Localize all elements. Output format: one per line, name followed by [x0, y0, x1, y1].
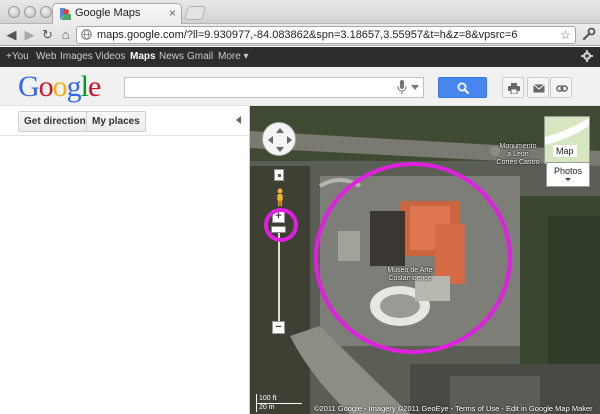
- logo-letter: l: [80, 70, 89, 103]
- home-icon[interactable]: ⌂: [57, 26, 74, 43]
- photos-label: Photos: [553, 166, 583, 176]
- browser-toolbar: ◀ ▶ ↻ ⌂ maps.google.com/?ll=9.930977,-84…: [0, 24, 600, 46]
- gbar-item[interactable]: +You: [6, 51, 29, 62]
- photos-chevron-down-icon: [565, 178, 571, 181]
- address-bar[interactable]: maps.google.com/?ll=9.930977,-84.083862&…: [76, 26, 576, 44]
- gear-icon[interactable]: [581, 50, 593, 62]
- google-logo[interactable]: Google: [18, 70, 101, 103]
- map-canvas[interactable]: Monumento a León Cortés Castro Museo de Ar…: [250, 106, 600, 414]
- highlight-ring-zoom: [264, 208, 298, 242]
- logo-letter: e: [88, 70, 101, 103]
- side-panel-toolbar: Get directions My places: [0, 106, 249, 136]
- zoom-slider-track[interactable]: [278, 230, 280, 322]
- print-icon: [508, 83, 520, 94]
- side-panel: Get directions My places: [0, 106, 250, 414]
- gbar-item[interactable]: Videos: [95, 51, 125, 62]
- bookmark-star-icon[interactable]: ☆: [560, 27, 571, 43]
- gbar-item[interactable]: News: [159, 51, 184, 62]
- gbar-item[interactable]: Images: [60, 51, 93, 62]
- search-input[interactable]: [124, 77, 424, 98]
- search-button[interactable]: [438, 77, 487, 98]
- wrench-icon[interactable]: [582, 27, 596, 41]
- map-type-toggle[interactable]: Map: [544, 116, 590, 164]
- maps-header: Google: [0, 67, 600, 106]
- address-url: maps.google.com/?ll=9.930977,-84.083862&…: [97, 29, 518, 41]
- new-tab-button[interactable]: [184, 6, 206, 20]
- browser-titlebar: Google Maps ×: [0, 0, 600, 24]
- print-button[interactable]: [502, 77, 524, 98]
- google-bar: +You Web Images Videos Maps News Gmail More ▾: [0, 47, 600, 67]
- pan-arrows-icon: [268, 128, 292, 152]
- search-icon: [457, 82, 470, 95]
- send-email-button[interactable]: [527, 77, 549, 98]
- back-icon[interactable]: ◀: [3, 26, 20, 43]
- logo-letter: o: [52, 70, 68, 103]
- logo-letter: G: [18, 70, 40, 103]
- pan-control[interactable]: [262, 122, 296, 156]
- highlight-ring-museum: [314, 162, 512, 354]
- zoom-window-button[interactable]: [40, 6, 52, 18]
- logo-letter: g: [66, 70, 82, 103]
- search-options-chevron-down-icon[interactable]: [411, 85, 419, 90]
- zoom-overview-button[interactable]: [274, 169, 284, 181]
- tab-google-maps[interactable]: Google Maps ×: [52, 3, 182, 24]
- gbar-item[interactable]: Maps: [130, 51, 156, 62]
- close-window-button[interactable]: [8, 6, 20, 18]
- microphone-icon[interactable]: [397, 80, 407, 95]
- logo-letter: o: [38, 70, 54, 103]
- globe-icon: [81, 29, 92, 40]
- gbar-item[interactable]: More ▾: [218, 51, 249, 62]
- minimize-window-button[interactable]: [24, 6, 36, 18]
- reload-icon[interactable]: ↻: [39, 26, 56, 43]
- google-maps-favicon-icon: [60, 8, 71, 20]
- scale-meters: 20 m: [256, 403, 275, 412]
- scale-feet: 100 ft: [256, 394, 277, 403]
- scale-bar: 100 ft 20 m: [254, 392, 306, 413]
- link-icon: [556, 85, 568, 92]
- tab-title: Google Maps: [75, 7, 141, 19]
- pegman-icon[interactable]: [276, 188, 284, 206]
- map-copyright[interactable]: ©2011 Google - Imagery ©2011 GeoEye - Te…: [314, 404, 600, 413]
- my-places-button[interactable]: My places: [86, 111, 146, 132]
- zoom-out-button[interactable]: −: [272, 321, 285, 334]
- gbar-item[interactable]: Web: [36, 51, 56, 62]
- tab-close-icon[interactable]: ×: [169, 6, 176, 20]
- map-type-label: Map: [553, 145, 577, 157]
- envelope-icon: [533, 84, 545, 93]
- forward-icon[interactable]: ▶: [21, 26, 38, 43]
- map-label-monument[interactable]: Monumento a León Cortés Castro: [488, 143, 548, 167]
- photos-toggle[interactable]: Photos: [546, 162, 590, 187]
- gbar-item[interactable]: Gmail: [187, 51, 213, 62]
- link-button[interactable]: [550, 77, 572, 98]
- collapse-panel-chevron-left-icon[interactable]: [236, 116, 241, 124]
